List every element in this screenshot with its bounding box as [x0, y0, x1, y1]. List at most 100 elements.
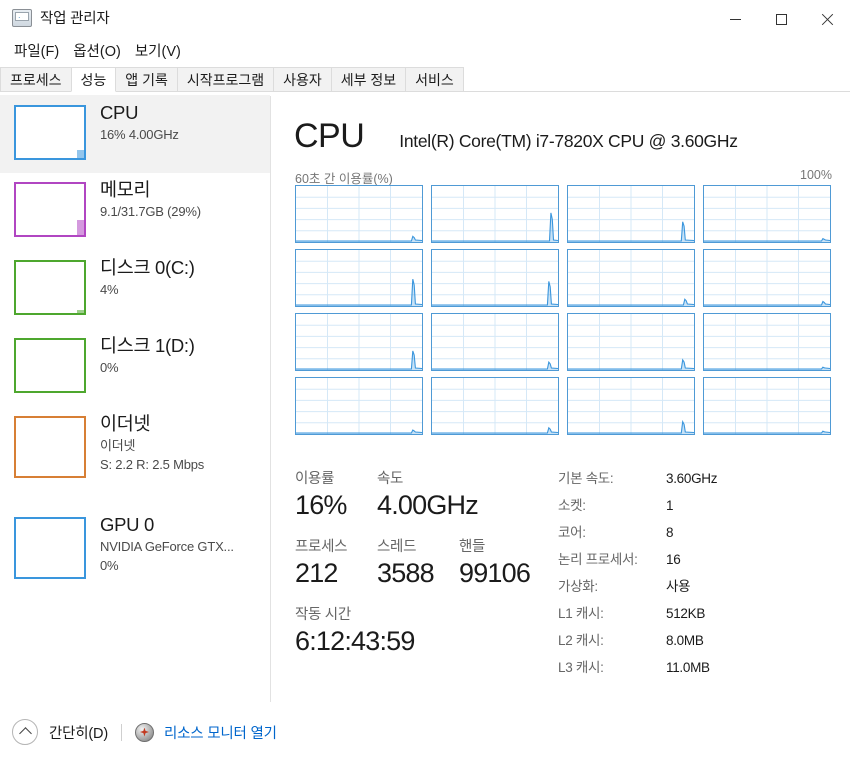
sidebar-item-3[interactable]: 디스크 1(D:) 0% — [0, 328, 270, 406]
stats-row-values-1: 16% 4.00GHz — [295, 488, 560, 523]
status-bar-content: 간단히(D) 리소스 모니터 열기 — [12, 719, 277, 745]
sidebar-thumbnail-5 — [14, 517, 86, 579]
menu-view[interactable]: 보기(V) — [128, 38, 188, 63]
graph-max-label: 100% — [800, 168, 832, 182]
cpu-graph-4[interactable] — [295, 249, 423, 307]
sidebar-item-text-2: 디스크 0(C:) 4% — [100, 256, 195, 299]
cpu-graph-3[interactable] — [703, 185, 831, 243]
cpu-graph-6[interactable] — [567, 249, 695, 307]
utilization-value: 16% — [295, 490, 347, 520]
sidebar-item-sub1-0: 16% 4.00GHz — [100, 127, 179, 142]
sidebar-item-label-3: 디스크 1(D:) — [100, 335, 195, 356]
utilization-label: 이용률 — [295, 471, 335, 487]
cpu-graph-15[interactable] — [703, 377, 831, 435]
cpu-graph-7[interactable] — [703, 249, 831, 307]
cpu-graph-5[interactable] — [431, 249, 559, 307]
sidebar-item-text-1: 메모리 9.1/31.7GB (29%) — [100, 178, 201, 221]
spec-row-1: 소켓: 1 — [558, 494, 838, 521]
sidebar-thumbnail-fill-0 — [77, 150, 84, 158]
cpu-graph-14[interactable] — [567, 377, 695, 435]
chevron-up-icon — [18, 727, 32, 740]
resource-monitor-icon — [134, 722, 154, 742]
collapse-toggle-button[interactable] — [12, 719, 38, 745]
stats-row-labels-1: 이용률 속도 — [295, 467, 560, 488]
spec-row-4: 가상화: 사용 — [558, 575, 838, 602]
sidebar-item-0[interactable]: CPU 16% 4.00GHz — [0, 95, 270, 173]
handles-value: 99106 — [459, 558, 531, 588]
sidebar-item-text-0: CPU 16% 4.00GHz — [100, 101, 179, 144]
task-manager-window: 작업 관리자 파일(F) 옵션(O) 보기(V) 프로세스 성능 앱 기록 시작프로그… — [0, 0, 850, 762]
menu-bar: 파일(F) 옵션(O) 보기(V) — [0, 38, 850, 63]
cpu-graph-10[interactable] — [567, 313, 695, 371]
tab-strip-underline — [0, 91, 850, 92]
stats-row-labels-2: 프로세스 스레드 핸들 — [295, 535, 560, 556]
spec-label-5: L1 캐시: — [558, 606, 604, 621]
tab-4[interactable]: 사용자 — [273, 67, 332, 92]
uptime-label: 작동 시간 — [295, 607, 351, 623]
sidebar-item-text-3: 디스크 1(D:) 0% — [100, 334, 195, 377]
sidebar-item-sub1-1: 9.1/31.7GB (29%) — [100, 204, 201, 219]
sidebar-item-sub1-3: 0% — [100, 360, 119, 375]
open-resource-monitor-link[interactable]: 리소스 모니터 열기 — [164, 722, 277, 743]
spec-label-2: 코어: — [558, 525, 586, 540]
tab-1[interactable]: 성능 — [70, 67, 117, 92]
cpu-graph-1[interactable] — [431, 185, 559, 243]
threads-label: 스레드 — [377, 539, 417, 555]
sidebar-item-5[interactable]: GPU 0 NVIDIA GeForce GTX... 0% — [0, 507, 270, 585]
logical-processor-graphs[interactable] — [295, 185, 832, 437]
cpu-header: CPU Intel(R) Core(TM) i7-7820X CPU @ 3.6… — [294, 117, 738, 156]
stats-row-labels-3: 작동 시간 — [295, 603, 560, 624]
spec-value-3: 16 — [666, 552, 681, 567]
spec-row-5: L1 캐시: 512KB — [558, 602, 838, 629]
tab-6[interactable]: 서비스 — [405, 67, 464, 92]
cpu-graph-12[interactable] — [295, 377, 423, 435]
cpu-graph-13[interactable] — [431, 377, 559, 435]
cpu-graph-0[interactable] — [295, 185, 423, 243]
spec-value-0: 3.60GHz — [666, 471, 718, 486]
status-separator — [120, 723, 122, 741]
title-bar: 작업 관리자 — [0, 0, 850, 38]
cpu-graph-8[interactable] — [295, 313, 423, 371]
sidebar-item-text-4: 이더넷 이더넷 S: 2.2 R: 2.5 Mbps — [100, 412, 204, 474]
title-bar-left: 작업 관리자 — [12, 7, 110, 28]
sidebar-thumbnail-fill-1 — [77, 220, 84, 235]
cpu-graph-11[interactable] — [703, 313, 831, 371]
sidebar-item-4[interactable]: 이더넷 이더넷 S: 2.2 R: 2.5 Mbps — [0, 406, 270, 502]
threads-value: 3588 — [377, 558, 435, 588]
maximize-button[interactable] — [758, 0, 804, 38]
spec-row-3: 논리 프로세서: 16 — [558, 548, 838, 575]
minimize-button[interactable] — [712, 0, 758, 38]
window-title: 작업 관리자 — [40, 11, 110, 27]
stats-row-values-3: 6:12:43:59 — [295, 624, 560, 659]
sidebar-thumbnail-4 — [14, 416, 86, 478]
minimize-icon — [729, 18, 741, 20]
menu-options[interactable]: 옵션(O) — [66, 38, 128, 63]
sidebar-thumbnail-2 — [14, 260, 86, 315]
maximize-icon — [775, 13, 787, 25]
sidebar-item-2[interactable]: 디스크 0(C:) 4% — [0, 250, 270, 328]
cpu-detail-panel: CPU Intel(R) Core(TM) i7-7820X CPU @ 3.6… — [271, 95, 850, 703]
sidebar-item-sub1-5: NVIDIA GeForce GTX... — [100, 539, 234, 554]
sidebar-item-sub1-4: 이더넷 — [100, 438, 136, 453]
cpu-graph-9[interactable] — [431, 313, 559, 371]
handles-label: 핸들 — [459, 539, 486, 555]
close-button[interactable] — [804, 0, 850, 38]
tab-0[interactable]: 프로세스 — [0, 67, 72, 92]
sidebar-item-sub2-4: S: 2.2 R: 2.5 Mbps — [100, 457, 205, 472]
tab-5[interactable]: 세부 정보 — [330, 67, 407, 92]
speed-label: 속도 — [377, 471, 404, 487]
cpu-graph-2[interactable] — [567, 185, 695, 243]
sidebar-item-label-0: CPU — [100, 102, 139, 123]
collapse-label[interactable]: 간단히(D) — [49, 722, 108, 743]
resource-sidebar[interactable]: CPU 16% 4.00GHz 메모리 9.1/31.7GB (29%) 디스크 0(C… — [0, 95, 270, 703]
sidebar-item-label-5: GPU 0 — [100, 514, 155, 535]
spec-value-6: 8.0MB — [666, 633, 704, 648]
menu-file[interactable]: 파일(F) — [7, 38, 66, 63]
spec-row-6: L2 캐시: 8.0MB — [558, 629, 838, 656]
tab-3[interactable]: 시작프로그램 — [176, 67, 275, 92]
spec-label-3: 논리 프로세서: — [558, 552, 638, 567]
sidebar-item-label-4: 이더넷 — [100, 413, 151, 434]
tab-2[interactable]: 앱 기록 — [115, 67, 178, 92]
spec-value-5: 512KB — [666, 606, 706, 621]
sidebar-item-1[interactable]: 메모리 9.1/31.7GB (29%) — [0, 172, 270, 250]
